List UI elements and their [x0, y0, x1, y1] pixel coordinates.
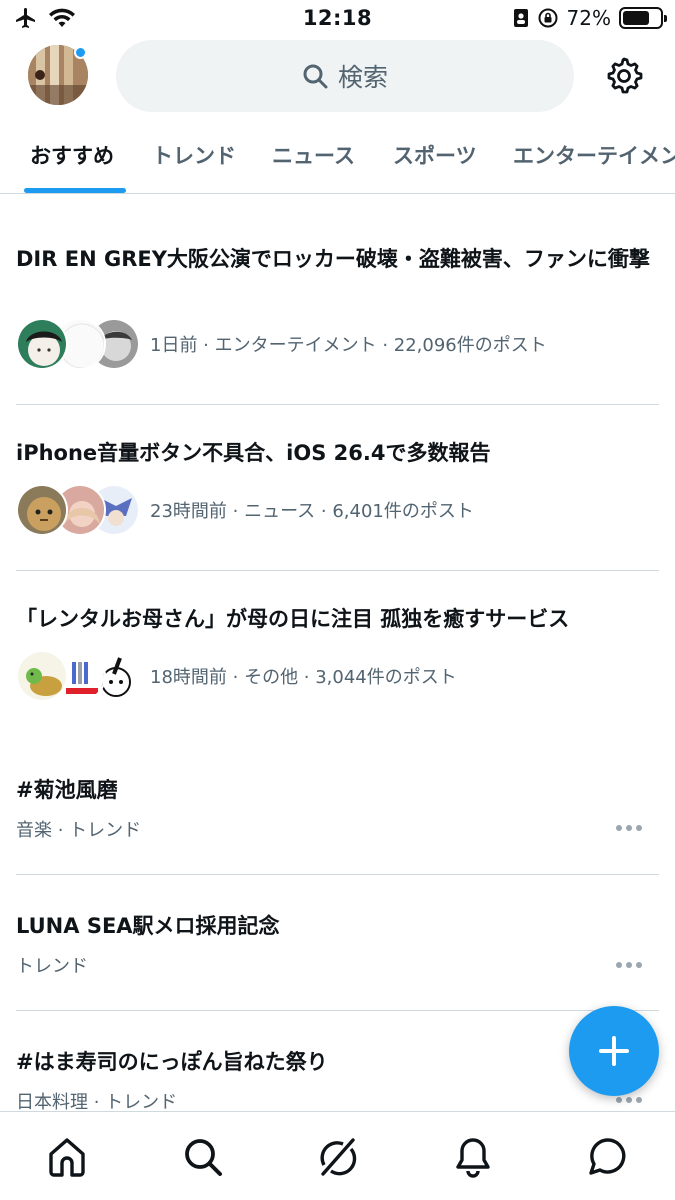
divider [16, 874, 659, 875]
divider [16, 1010, 659, 1011]
orientation-lock-icon [538, 8, 558, 28]
tab-sports[interactable]: スポーツ [393, 140, 477, 170]
news-item[interactable]: iPhone音量ボタン不具合、iOS 26.4で多数報告 23時間前 · ニュー… [16, 438, 659, 536]
trend-item[interactable]: LUNA SEA駅メロ採用記念 トレンド [16, 910, 659, 977]
status-bar: 12:18 72% [0, 0, 675, 38]
news-meta-text: 1日前 · エンターテイメント · 22,096件のポスト [150, 335, 547, 356]
notification-dot [74, 46, 87, 59]
tab-entertainment[interactable]: エンターテイメント [513, 140, 675, 170]
tab-bar: おすすめ トレンド ニュース スポーツ エンターテイメント [0, 114, 675, 194]
grok-icon[interactable] [317, 1136, 357, 1178]
bell-icon[interactable] [453, 1136, 493, 1178]
bottom-nav [0, 1111, 675, 1200]
search-icon [303, 64, 328, 89]
trend-title: #はま寿司のにっぽん旨ねた祭り [16, 1050, 328, 1074]
more-icon[interactable] [615, 1096, 643, 1104]
trend-title: #菊池風磨 [16, 778, 118, 802]
tab-news[interactable]: ニュース [272, 140, 355, 170]
tab-trending[interactable]: トレンド [152, 140, 236, 170]
news-meta-text: 23時間前 · ニュース · 6,401件のポスト [150, 501, 474, 522]
status-right: 72% [513, 6, 667, 30]
trend-item[interactable]: #はま寿司のにっぽん旨ねた祭り 日本料理 · トレンド [16, 1046, 659, 1113]
more-icon[interactable] [615, 824, 643, 832]
messages-icon[interactable] [588, 1136, 628, 1178]
avatar-group [16, 484, 140, 536]
avatar-group [16, 318, 140, 370]
divider [16, 404, 659, 405]
news-item[interactable]: DIR EN GREY大阪公演でロッカー破壊・盗難被害、ファンに衝撃 1日前 ·… [16, 244, 659, 370]
news-title: 「レンタルお母さん」が母の日に注目 孤独を癒すサービス [16, 607, 570, 631]
search-placeholder: 検索 [337, 63, 388, 92]
plus-icon [599, 1036, 629, 1066]
avatar [16, 484, 68, 536]
news-title: DIR EN GREY大阪公演でロッカー破壊・盗難被害、ファンに衝撃 [16, 247, 650, 271]
news-meta-text: 18時間前 · その他 · 3,044件のポスト [150, 667, 457, 688]
tab-indicator [24, 188, 126, 193]
news-meta: 23時間前 · ニュース · 6,401件のポスト [16, 484, 474, 536]
avatar-group [16, 650, 140, 702]
avatar [16, 318, 68, 370]
trend-item[interactable]: #菊池風磨 音楽 · トレンド [16, 774, 659, 841]
news-meta: 1日前 · エンターテイメント · 22,096件のポスト [16, 318, 547, 370]
battery-percent: 72% [566, 6, 611, 30]
more-icon[interactable] [615, 961, 643, 969]
trend-category: 音楽 · トレンド [16, 820, 142, 841]
search-icon[interactable] [183, 1136, 223, 1178]
news-title: iPhone音量ボタン不具合、iOS 26.4で多数報告 [16, 441, 491, 465]
battery-icon [619, 7, 667, 29]
contact-card-icon [513, 9, 528, 27]
news-item[interactable]: 「レンタルお母さん」が母の日に注目 孤独を癒すサービス 18時間前 · その他 … [16, 604, 659, 702]
battery-fill [623, 11, 649, 25]
header: 検索 [0, 38, 675, 114]
trend-title: LUNA SEA駅メロ採用記念 [16, 914, 280, 938]
trend-category: トレンド [16, 956, 88, 977]
compose-button[interactable] [569, 1006, 659, 1096]
divider [16, 570, 659, 571]
tab-recommended[interactable]: おすすめ [30, 140, 114, 170]
avatar [16, 650, 68, 702]
search-bar[interactable]: 検索 [116, 40, 574, 112]
news-meta: 18時間前 · その他 · 3,044件のポスト [16, 650, 457, 702]
home-icon[interactable] [47, 1136, 87, 1178]
gear-icon[interactable] [604, 56, 644, 96]
